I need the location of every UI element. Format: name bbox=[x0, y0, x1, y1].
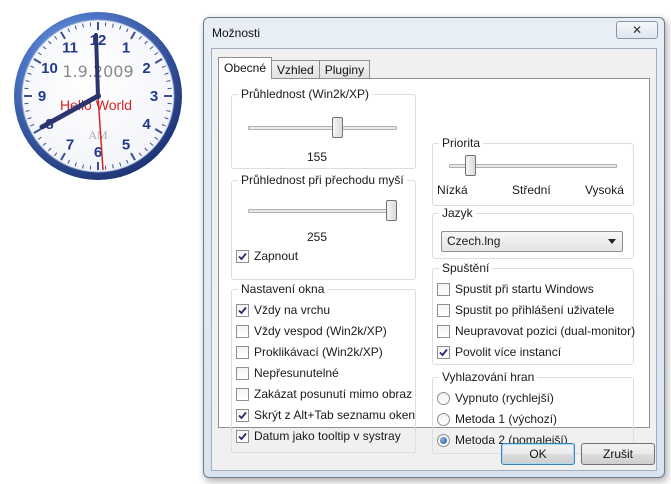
hover-transparency-label: Průhlednost při přechodu myší bbox=[238, 173, 407, 187]
priority-low-label: Nízká bbox=[437, 183, 468, 197]
transparency-value: 155 bbox=[307, 150, 328, 164]
smoothing-radio[interactable]: Vypnuto (rychlejší) bbox=[437, 390, 554, 406]
window-option-checkbox[interactable]: Datum jako tooltip v systray bbox=[236, 428, 401, 444]
clock-number: 11 bbox=[62, 40, 78, 57]
startup-option-label: Spustit při startu Windows bbox=[455, 282, 594, 296]
dialog-client-area: Obecné Vzhled Pluginy Průhlednost (Win2k… bbox=[211, 48, 657, 471]
window-settings-label: Nastavení okna bbox=[238, 282, 328, 296]
analog-clock-widget[interactable]: 121234567891011 1.9.2009 Hello World AM bbox=[12, 10, 184, 182]
checkbox-box[interactable] bbox=[236, 429, 249, 443]
hover-transparency-value: 255 bbox=[307, 230, 328, 244]
tab-plugins[interactable]: Pluginy bbox=[318, 60, 371, 79]
close-button[interactable]: ✕ bbox=[616, 21, 658, 39]
cancel-button[interactable]: Zrušit bbox=[581, 443, 655, 465]
group-language: Jazyk Czech.lng bbox=[432, 206, 634, 259]
startup-option-checkbox[interactable]: Povolit více instancí bbox=[437, 344, 561, 360]
ok-button[interactable]: OK bbox=[501, 443, 575, 465]
tab-panel-general: Průhlednost (Win2k/XP) 155 Průhlednost p… bbox=[218, 78, 650, 454]
checkbox-box[interactable] bbox=[236, 324, 249, 338]
radio-circle[interactable] bbox=[437, 391, 450, 405]
group-window-settings: Nastavení okna Vždy na vrchu Vždy vespod … bbox=[231, 282, 416, 453]
checkbox-box[interactable] bbox=[236, 345, 249, 359]
options-dialog: Možnosti ✕ Obecné Vzhled Pluginy Průhled… bbox=[203, 17, 665, 478]
priority-slider[interactable] bbox=[464, 155, 476, 176]
hover-transparency-track[interactable] bbox=[248, 209, 397, 213]
window-option-label: Vždy na vrchu bbox=[254, 303, 331, 317]
clock-number: 1 bbox=[122, 40, 130, 57]
window-option-checkbox[interactable]: Vždy vespod (Win2k/XP) bbox=[236, 323, 387, 339]
window-option-label: Vždy vespod (Win2k/XP) bbox=[254, 324, 387, 338]
window-option-checkbox[interactable]: Vždy na vrchu bbox=[236, 302, 330, 318]
smoothing-option-label: Metoda 1 (výchozí) bbox=[455, 412, 558, 426]
transparency-slider[interactable] bbox=[331, 117, 343, 138]
transparency-track[interactable] bbox=[248, 126, 397, 130]
enable-hover-label: Zapnout bbox=[254, 249, 299, 263]
group-startup: Spuštění Spustit při startu Windows Spust… bbox=[432, 261, 635, 365]
language-label: Jazyk bbox=[439, 206, 476, 220]
window-option-label: Proklikávací (Win2k/XP) bbox=[254, 345, 383, 359]
clock-face: 121234567891011 1.9.2009 Hello World AM bbox=[14, 12, 182, 180]
window-option-label: Zakázat posunutí mimo obraz bbox=[254, 387, 413, 401]
window-option-label: Datum jako tooltip v systray bbox=[254, 429, 401, 443]
window-option-label: Skrýt z Alt+Tab seznamu oken bbox=[254, 408, 416, 422]
clock-number: 2 bbox=[142, 60, 150, 77]
group-hover-transparency: Průhlednost při přechodu myší 255 Zapnou… bbox=[231, 173, 416, 280]
radio-circle[interactable] bbox=[437, 433, 450, 447]
checkbox-box[interactable] bbox=[437, 324, 450, 338]
checkbox-box[interactable] bbox=[236, 303, 249, 317]
tab-strip: Obecné Vzhled Pluginy bbox=[218, 57, 371, 79]
clock-number: 9 bbox=[38, 88, 46, 105]
clock-ampm: AM bbox=[88, 128, 108, 142]
smoothing-radio[interactable]: Metoda 1 (výchozí) bbox=[437, 411, 557, 427]
startup-option-checkbox[interactable]: Spustit při startu Windows bbox=[437, 281, 594, 297]
startup-option-label: Povolit více instancí bbox=[455, 345, 562, 359]
transparency-label: Průhlednost (Win2k/XP) bbox=[238, 87, 373, 101]
title-bar[interactable]: Možnosti ✕ bbox=[204, 18, 664, 48]
checkbox-box[interactable] bbox=[236, 366, 249, 380]
clock-number: 5 bbox=[122, 136, 130, 153]
window-option-checkbox[interactable]: Skrýt z Alt+Tab seznamu oken bbox=[236, 407, 415, 423]
language-select[interactable]: Czech.lng bbox=[441, 231, 623, 252]
clock-number: 3 bbox=[150, 88, 158, 105]
checkbox-box[interactable] bbox=[236, 249, 249, 263]
startup-option-checkbox[interactable]: Neupravovat pozici (dual-monitor) bbox=[437, 323, 635, 339]
window-option-checkbox[interactable]: Nepřesunutelné bbox=[236, 365, 339, 381]
close-icon: ✕ bbox=[631, 23, 643, 37]
group-transparency: Průhlednost (Win2k/XP) 155 bbox=[231, 87, 416, 169]
clock-minute-hand bbox=[94, 33, 100, 98]
startup-option-checkbox[interactable]: Spustit po přihlášení uživatele bbox=[437, 302, 614, 318]
window-option-checkbox[interactable]: Zakázat posunutí mimo obraz bbox=[236, 386, 412, 402]
smoothing-label: Vyhlazování hran bbox=[439, 370, 538, 384]
smoothing-option-label: Vypnuto (rychlejší) bbox=[455, 391, 554, 405]
checkbox-box[interactable] bbox=[437, 345, 450, 359]
checkbox-box[interactable] bbox=[437, 303, 450, 317]
hover-transparency-slider[interactable] bbox=[386, 200, 397, 221]
language-value: Czech.lng bbox=[447, 234, 501, 248]
priority-label: Priorita bbox=[439, 136, 484, 150]
radio-circle[interactable] bbox=[437, 412, 450, 426]
startup-label: Spuštění bbox=[439, 261, 493, 275]
dialog-title: Možnosti bbox=[212, 26, 261, 40]
window-option-label: Nepřesunutelné bbox=[254, 366, 339, 380]
tab-general[interactable]: Obecné bbox=[218, 57, 273, 79]
group-priority: Priorita Nízká Střední Vysoká bbox=[432, 136, 634, 206]
checkbox-box[interactable] bbox=[437, 282, 450, 296]
clock-number: 7 bbox=[66, 136, 74, 153]
priority-high-label: Vysoká bbox=[585, 183, 624, 197]
priority-mid-label: Střední bbox=[512, 183, 551, 197]
clock-number: 10 bbox=[41, 60, 58, 77]
enable-hover-checkbox[interactable]: Zapnout bbox=[236, 248, 298, 264]
checkbox-box[interactable] bbox=[236, 408, 249, 422]
window-option-checkbox[interactable]: Proklikávací (Win2k/XP) bbox=[236, 344, 383, 360]
checkbox-box[interactable] bbox=[236, 387, 249, 401]
chevron-down-icon bbox=[608, 239, 616, 244]
clock-number: 4 bbox=[142, 116, 151, 133]
startup-option-label: Neupravovat pozici (dual-monitor) bbox=[455, 324, 636, 338]
tab-appearance[interactable]: Vzhled bbox=[271, 60, 320, 79]
startup-option-label: Spustit po přihlášení uživatele bbox=[455, 303, 615, 317]
